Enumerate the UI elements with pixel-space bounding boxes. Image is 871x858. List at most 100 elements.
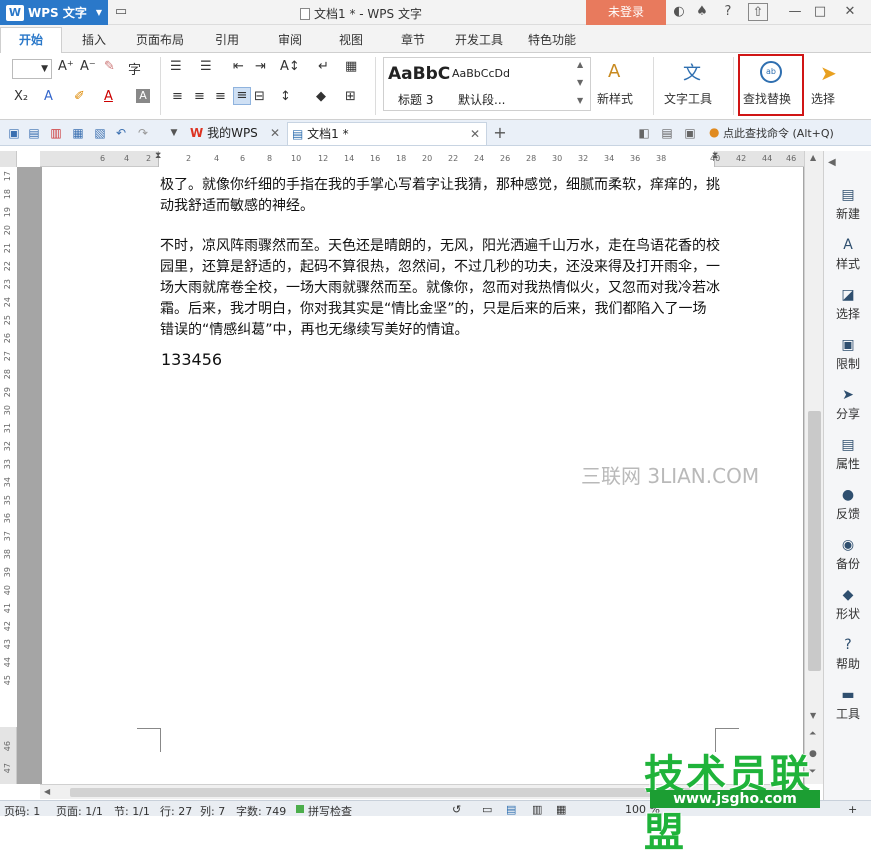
open-folder-icon[interactable]: ▣ [6,125,22,141]
text-effect-icon[interactable]: A [44,89,53,104]
nav-icon[interactable]: ◧ [636,125,652,141]
zoom-in-icon[interactable]: + [848,803,857,816]
scroll-up-icon[interactable]: ▲ [810,153,816,162]
sidebar-item-properties[interactable]: ▤ 属性 [824,437,871,472]
tab-my-wps[interactable]: W 我的WPS ✕ [186,122,286,145]
list-icon[interactable]: ▤ [659,125,675,141]
font-size-select[interactable]: ▼ [12,59,52,79]
shading-icon[interactable]: ◆ [316,89,326,104]
paragraph-1[interactable]: 极了。就像你纤细的手指在我的手掌心写着字让我猜，那种感觉，细腻而柔软，痒痒的，挑… [160,175,720,217]
login-button[interactable]: 未登录 [586,0,666,25]
new-style-icon[interactable]: A [608,61,620,82]
scroll-thumb[interactable] [70,788,690,797]
select-cursor-icon[interactable]: ➤ [820,61,837,85]
gallery-up-icon[interactable]: ▲ [577,60,583,69]
undo-icon[interactable]: ↶ [113,125,129,141]
right-indent-marker-icon[interactable]: ⧗ [712,151,718,161]
scroll-down-icon[interactable]: ▼ [810,711,816,720]
bullet-list-icon[interactable]: ☰ [170,59,182,74]
gallery-more-icon[interactable]: ▼ [577,96,583,105]
sidebar-item-style[interactable]: A 样式 [824,237,871,272]
style-name-heading3[interactable]: 标题 3 [398,91,433,108]
tab-review[interactable]: 审阅 [278,31,302,48]
redo-icon[interactable]: ↷ [135,125,151,141]
read-mode-icon[interactable]: ▭ [482,803,492,816]
paragraph-2[interactable]: 不时，凉风阵雨骤然而至。天色还是晴朗的，无风，阳光洒遍千山万水，走在鸟语花香的校… [160,236,720,341]
restore-ribbon-icon[interactable]: ⇧ [748,3,768,21]
increase-indent-icon[interactable]: ⇥ [255,59,266,74]
prev-page-icon[interactable]: ⏶ [809,729,816,739]
shrink-font-icon[interactable]: A⁻ [80,59,96,74]
text-tools-icon[interactable]: 文 [683,59,701,85]
web-view-icon[interactable]: ▦ [556,803,566,816]
outline-view-icon[interactable]: ▥ [532,803,542,816]
distributed-icon[interactable]: ⊟ [254,89,265,104]
decrease-indent-icon[interactable]: ⇤ [233,59,244,74]
phonetic-icon[interactable]: 字 [128,59,141,78]
save-icon[interactable]: ▤ [26,125,42,141]
tab-chapter[interactable]: 章节 [401,31,425,48]
new-tab-button[interactable]: + [492,125,508,141]
shirt-icon[interactable]: ♠ [693,3,711,21]
close-tab-icon[interactable]: ✕ [270,122,280,144]
paragraph-mark-icon[interactable]: ↵ [318,59,329,74]
select-button[interactable]: 选择 [811,90,835,107]
status-page[interactable]: 页面: 1/1 [56,803,103,819]
app-menu-button[interactable]: W WPS 文字 ▼ [0,0,108,25]
tab-document1[interactable]: ▤ 文档1 * ✕ [287,122,487,145]
align-left-icon[interactable]: ≡ [172,89,183,104]
gallery-down-icon[interactable]: ▼ [577,78,583,87]
sidebar-item-shapes[interactable]: ◆ 形状 [824,587,871,622]
page-view-icon[interactable]: ▤ [506,803,516,816]
number-line[interactable]: 133456 [161,350,222,369]
tab-home[interactable]: 开始 [0,27,62,54]
sidebar-item-select[interactable]: ◪ 选择 [824,287,871,322]
vertical-scrollbar[interactable]: ▲ ▼ ⏶ ● ⏷ [804,151,823,784]
print-icon[interactable]: ▦ [70,125,86,141]
customize-chevron-icon[interactable]: ▼ [166,125,182,141]
table-icon[interactable]: ▦ [345,59,357,74]
clear-format-icon[interactable]: ✎ [104,59,115,74]
scroll-thumb[interactable] [808,411,821,671]
sidebar-toggle-icon[interactable]: ◀ [828,157,836,168]
text-tools-button[interactable]: 文字工具 [664,90,712,107]
revision-icon[interactable]: ↺ [452,803,461,816]
command-search[interactable]: 点此查找命令 (Alt+Q) [723,125,834,141]
border-icon[interactable]: ⊞ [345,89,356,104]
maximize-button[interactable]: □ [811,3,829,21]
lock-icon[interactable]: ▣ [682,125,698,141]
style-gallery[interactable]: AaBbC AaBbCcDd 标题 3 默认段... ▲ ▼ ▼ [383,57,591,111]
status-word-count[interactable]: 字数: 749 [236,803,286,819]
sidebar-item-feedback[interactable]: ● 反馈 [824,487,871,522]
sidebar-item-backup[interactable]: ◉ 备份 [824,537,871,572]
sidebar-item-tools[interactable]: ▬ 工具 [824,687,871,722]
sidebar-item-help[interactable]: ? 帮助 [824,637,871,672]
align-right-icon[interactable]: ≡ [215,89,226,104]
close-tab-icon[interactable]: ✕ [470,123,480,145]
status-page-number[interactable]: 页码: 1 [4,803,40,819]
sidebar-item-share[interactable]: ➤ 分享 [824,387,871,422]
subscript-icon[interactable]: X₂ [14,89,28,104]
minimize-button[interactable]: — [786,3,804,21]
tab-insert[interactable]: 插入 [82,31,106,48]
status-spell-check[interactable]: 拼写检查 [308,803,352,819]
numbered-list-icon[interactable]: ☰ [200,59,212,74]
font-color-icon[interactable]: A [104,89,113,104]
style-name-default[interactable]: 默认段... [458,91,505,108]
sidebar-item-new[interactable]: ▤ 新建 [824,187,871,222]
text-direction-icon[interactable]: A↕ [280,59,300,74]
scroll-left-icon[interactable]: ◀ [44,787,50,796]
sidebar-item-restrict[interactable]: ▣ 限制 [824,337,871,372]
print-preview-icon[interactable]: ▧ [92,125,108,141]
indent-marker-icon[interactable]: ⧗ [155,151,161,161]
horizontal-ruler[interactable]: 6 4 2 2 4 6 8 10 12 14 16 18 20 22 24 26… [40,151,805,167]
tab-developer[interactable]: 开发工具 [455,31,503,48]
tab-references[interactable]: 引用 [215,31,239,48]
new-style-button[interactable]: 新样式 [597,90,633,107]
align-center-icon[interactable]: ≡ [194,89,205,104]
char-shading-icon[interactable]: A [136,89,150,103]
highlight-icon[interactable]: ✐ [74,89,85,104]
line-spacing-icon[interactable]: ↕ [280,89,291,104]
new-document-icon[interactable]: ▭ [112,3,130,21]
skin-icon[interactable]: ◐ [670,3,688,21]
